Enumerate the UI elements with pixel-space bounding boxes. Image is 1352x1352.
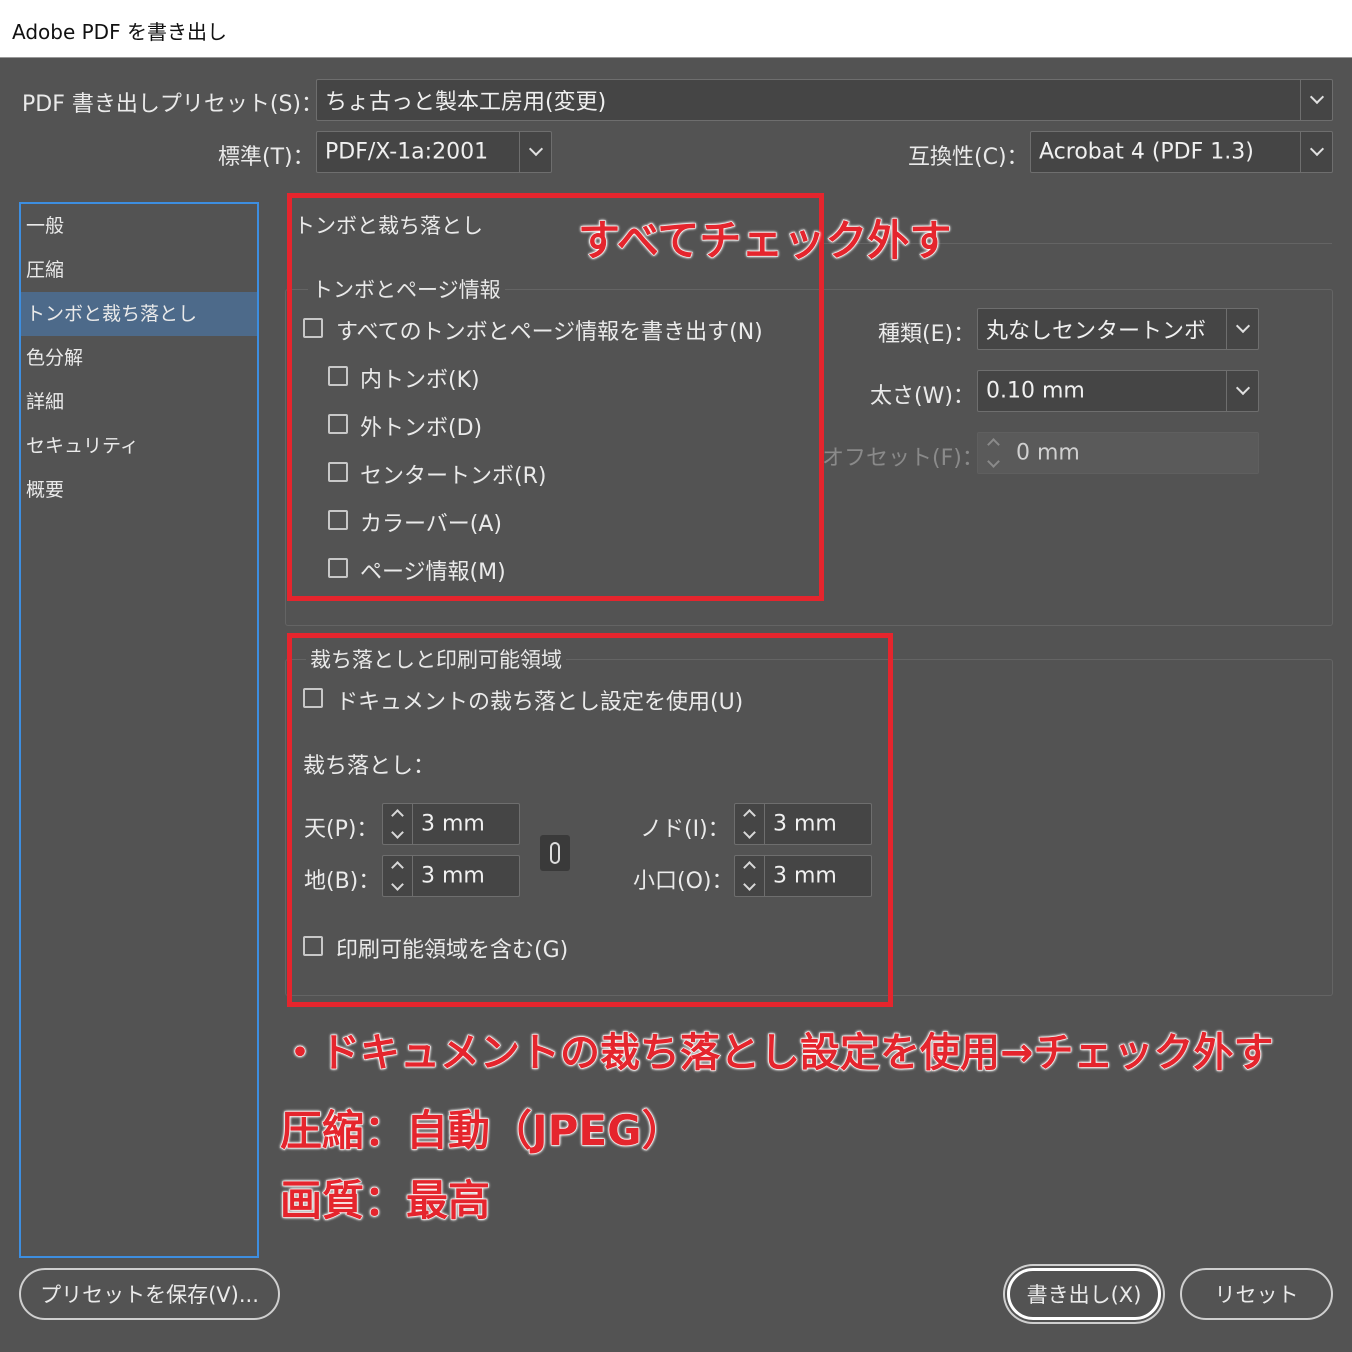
annotation-note-3: 画質：最高	[279, 1176, 491, 1226]
chevron-down-icon	[1300, 80, 1332, 120]
sidebar-item-output[interactable]: 色分解	[21, 336, 257, 380]
annotation-box-bleed	[287, 633, 893, 1007]
compat-dropdown[interactable]: Acrobat 4 (PDF 1.3)	[1030, 131, 1333, 173]
compat-label: 互換性(C)：	[908, 145, 1029, 170]
annotation-marks-note: すべてチェック外す	[577, 216, 952, 266]
preset-value: ちょ古っと製本工房用(変更)	[325, 90, 607, 115]
window-title: Adobe PDF を書き出し	[12, 20, 227, 44]
chevron-down-icon	[1300, 132, 1332, 172]
preset-dropdown[interactable]: ちょ古っと製本工房用(変更)	[316, 79, 1333, 121]
sidebar-item-summary[interactable]: 概要	[21, 468, 257, 512]
offset-value: 0 mm	[1016, 440, 1080, 466]
preset-label: PDF 書き出しプリセット(S)：	[22, 92, 323, 117]
standard-value: PDF/X-1a:2001	[325, 139, 489, 165]
save-preset-button[interactable]: プリセットを保存(V)...	[19, 1268, 280, 1320]
reset-button[interactable]: リセット	[1180, 1268, 1333, 1320]
annotation-note-2: 圧縮：自動（JPEG）	[280, 1106, 685, 1156]
chevron-down-icon	[1226, 371, 1258, 411]
offset-label: オフセット(F)：	[822, 446, 984, 471]
offset-stepper: 0 mm	[977, 432, 1259, 474]
title-bar: Adobe PDF を書き出し	[0, 0, 1352, 58]
sidebar: 一般 圧縮 トンボと裁ち落とし 色分解 詳細 セキュリティ 概要	[19, 202, 259, 1258]
sidebar-item-compression[interactable]: 圧縮	[21, 248, 257, 292]
type-value: 丸なしセンタートンボ	[986, 319, 1207, 344]
compat-value: Acrobat 4 (PDF 1.3)	[1039, 139, 1254, 165]
standard-dropdown[interactable]: PDF/X-1a:2001	[316, 131, 552, 173]
weight-value: 0.10 mm	[986, 378, 1085, 404]
type-dropdown[interactable]: 丸なしセンタートンボ	[977, 308, 1259, 350]
sidebar-item-security[interactable]: セキュリティ	[21, 424, 257, 468]
weight-dropdown[interactable]: 0.10 mm	[977, 370, 1259, 412]
weight-label: 太さ(W)：	[870, 384, 975, 409]
sidebar-item-general[interactable]: 一般	[21, 204, 257, 248]
stepper-arrows-icon	[978, 433, 1008, 473]
chevron-down-icon	[1226, 309, 1258, 349]
export-button[interactable]: 書き出し(X)	[1007, 1268, 1161, 1320]
chevron-down-icon	[519, 132, 551, 172]
sidebar-item-advanced[interactable]: 詳細	[21, 380, 257, 424]
sidebar-item-marks-bleeds[interactable]: トンボと裁ち落とし	[21, 292, 257, 336]
standard-label: 標準(T)：	[218, 145, 315, 170]
annotation-note-1: ・ドキュメントの裁ち落とし設定を使用→チェック外す	[280, 1030, 1275, 1077]
type-label: 種類(E)：	[878, 322, 976, 347]
